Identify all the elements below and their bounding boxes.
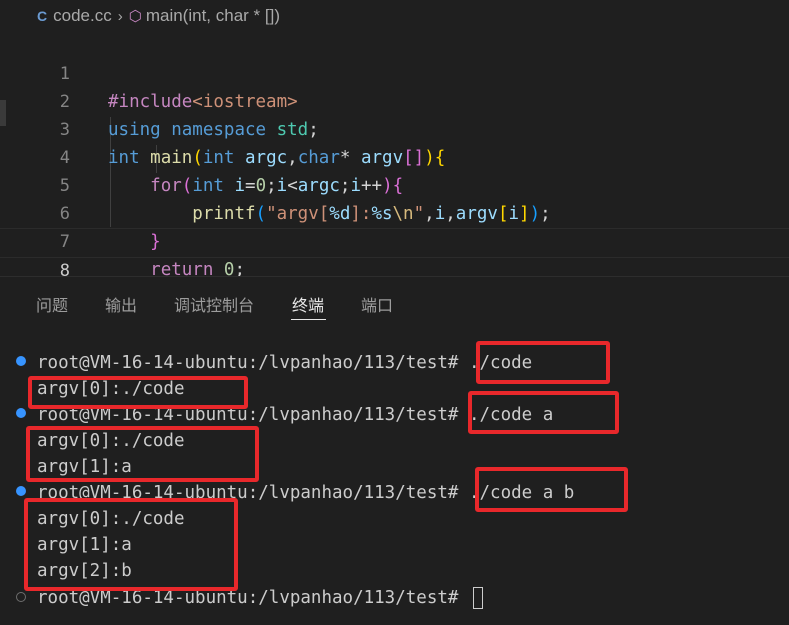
chevron-right-icon: › [117,7,123,25]
code-line: 1 #include<iostream> [0,32,789,112]
command-status-icon[interactable] [16,408,26,418]
command-status-icon[interactable] [16,486,26,496]
code-line: 3 int main(int argc,char* argv[]){ [0,88,789,168]
breadcrumb: C code.cc › ⬡ main(int, char * []) [0,0,789,32]
breadcrumb-symbol[interactable]: main(int, char * []) [146,6,280,26]
highlight-box [475,467,628,512]
code-line: 4 for(int i=0;i<argc;i++){ [0,116,789,196]
tab-debug-console[interactable]: 调试控制台 [174,292,254,316]
panel-tabs: 问题 输出 调试控制台 终端 端口 [0,277,789,329]
highlight-box [468,391,619,434]
active-tab-indicator [291,319,326,320]
tab-problems[interactable]: 问题 [36,292,68,316]
breadcrumb-file[interactable]: code.cc [53,6,112,26]
code-editor[interactable]: 1 #include<iostream> 2 using namespace s… [0,32,789,276]
code-line: 9 [0,256,789,276]
code-line: 5 printf("argv[%d]:%s\n",i,argv[i]); [0,144,789,224]
highlight-box [24,498,238,591]
terminal-cursor [472,587,483,609]
command-status-icon [16,592,26,602]
cube-icon: ⬡ [128,8,142,25]
code-line-current: 8 } [0,228,789,276]
prompt: root@VM-16-14-ubuntu:/lvpanhao/113/test# [37,588,459,608]
cpp-file-icon: C [37,8,48,24]
code-line: 6 } [0,172,789,252]
code-line: 7 return 0; [0,200,789,276]
tab-output[interactable]: 输出 [105,292,137,316]
tab-terminal[interactable]: 终端 [292,292,324,316]
terminal[interactable]: root@VM-16-14-ubuntu:/lvpanhao/113/test#… [0,329,789,625]
highlight-box [28,376,248,409]
highlight-box [476,341,610,384]
command-status-icon[interactable] [16,356,26,366]
prompt: root@VM-16-14-ubuntu:/lvpanhao/113/test# [37,353,459,373]
terminal-prompt-line: root@VM-16-14-ubuntu:/lvpanhao/113/test#… [37,350,532,376]
highlight-box [26,426,259,482]
tab-ports[interactable]: 端口 [361,292,393,316]
code-line: 2 using namespace std; [0,60,789,140]
